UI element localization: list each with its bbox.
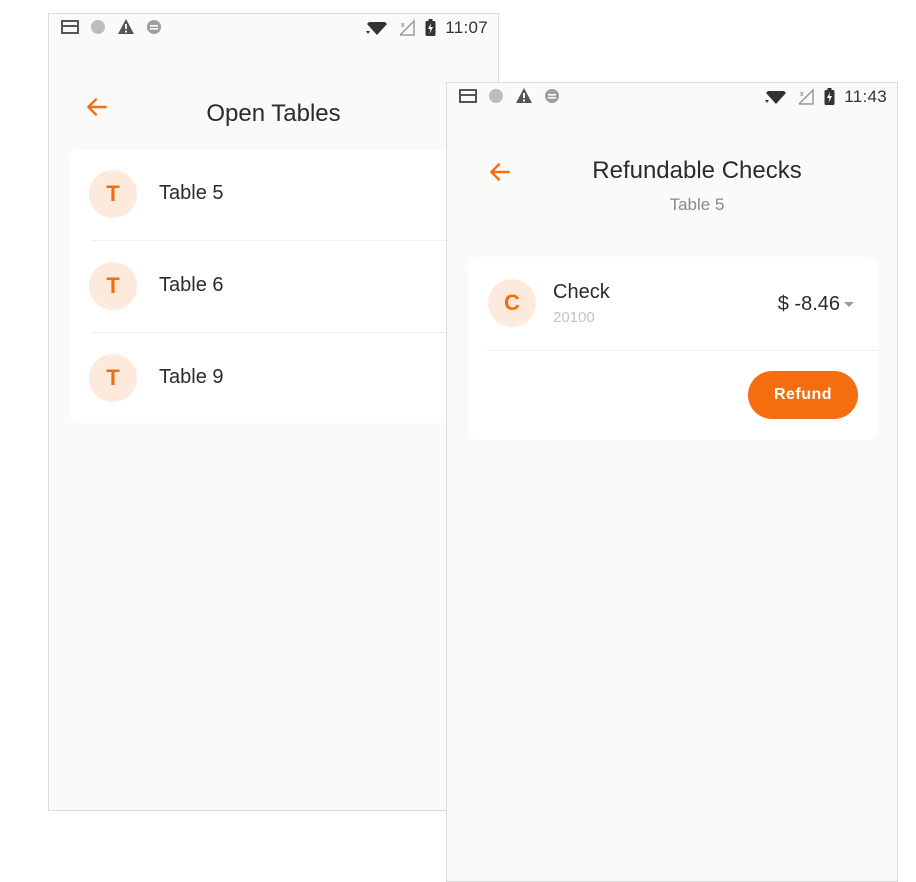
table-label: Table 9 — [159, 366, 224, 388]
check-amount[interactable]: $ -8.46 — [778, 293, 840, 316]
circle-icon — [91, 20, 105, 34]
table-row[interactable]: T Table 9 — [69, 334, 489, 426]
no-signal-icon: x — [399, 19, 415, 36]
status-right-icons: x 11:07 — [364, 18, 488, 38]
page-title: Refundable Checks — [592, 157, 802, 184]
check-title: Check — [553, 281, 610, 303]
status-time: 11:43 — [844, 87, 887, 106]
status-bar: x 11:43 — [447, 83, 897, 113]
battery-charging-icon — [824, 88, 835, 105]
tables-list: T Table 5 T Table 6 T Table 9 — [69, 150, 489, 423]
avatar: T — [89, 170, 137, 218]
table-label: Table 6 — [159, 274, 224, 296]
avatar: T — [89, 262, 137, 310]
check-card: C Check 20100 $ -8.46 Refund — [468, 257, 878, 440]
divider — [91, 240, 489, 241]
svg-text:x: x — [401, 22, 405, 29]
page-title: Open Tables — [206, 100, 341, 127]
refund-button[interactable]: Refund — [748, 371, 858, 419]
alert-icon — [516, 88, 532, 103]
no-signal-icon: x — [798, 88, 814, 105]
status-bar: x 11:07 — [49, 14, 498, 44]
status-left-icons — [61, 18, 163, 36]
check-number: 20100 — [553, 309, 595, 326]
chevron-down-icon[interactable] — [844, 302, 854, 307]
sim-card-icon — [61, 20, 79, 34]
table-row[interactable]: T Table 5 — [69, 150, 489, 242]
alert-icon — [118, 19, 134, 34]
wifi-icon — [366, 22, 388, 35]
open-tables-screen: x 11:07 Open Tables T Table 5 T Table 6 … — [48, 13, 499, 811]
page-subtitle: Table 5 — [669, 195, 725, 214]
battery-charging-icon — [425, 19, 436, 36]
status-right-icons: x 11:43 — [763, 87, 887, 107]
sync-icon — [545, 89, 559, 103]
sync-icon — [147, 20, 161, 34]
status-left-icons — [459, 87, 561, 105]
wifi-icon — [765, 91, 787, 104]
avatar: C — [488, 279, 536, 327]
divider — [486, 350, 878, 351]
avatar: T — [89, 354, 137, 402]
divider — [91, 332, 489, 333]
sim-card-icon — [459, 89, 477, 103]
svg-text:x: x — [800, 91, 804, 98]
circle-icon — [489, 89, 503, 103]
table-label: Table 5 — [159, 182, 224, 204]
table-row[interactable]: T Table 6 — [69, 242, 489, 334]
refundable-checks-screen: x 11:43 Refundable Checks Table 5 C Chec… — [446, 82, 898, 882]
status-time: 11:07 — [445, 18, 488, 37]
